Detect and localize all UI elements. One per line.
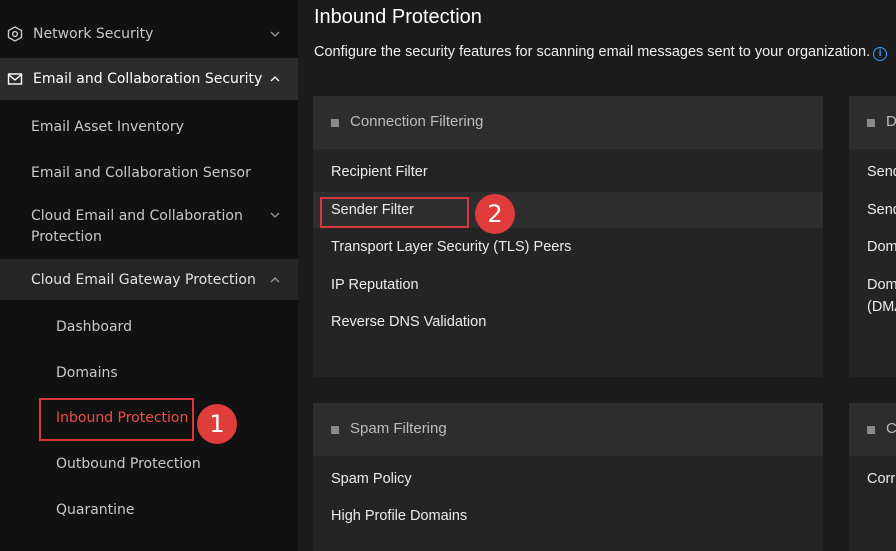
info-icon[interactable]: i bbox=[873, 47, 888, 61]
nav-cloud-email-collab-protection-line2: Protection bbox=[31, 229, 102, 245]
step-badge-1: 1 bbox=[197, 404, 237, 444]
chevron-down-icon bbox=[270, 29, 280, 39]
link-spam-policy[interactable]: Spam Policy bbox=[313, 461, 823, 497]
link-right-top-5[interactable]: (DMA bbox=[849, 289, 896, 325]
nav-network-security-label: Network Security bbox=[33, 26, 154, 42]
link-reverse-dns-validation[interactable]: Reverse DNS Validation bbox=[313, 304, 823, 340]
network-security-icon bbox=[7, 26, 23, 42]
nav-email-collab-sensor[interactable]: Email and Collaboration Sensor bbox=[0, 154, 298, 192]
link-high-profile-domains[interactable]: High Profile Domains bbox=[313, 498, 823, 534]
bullet-icon bbox=[331, 119, 339, 127]
link-recipient-filter[interactable]: Recipient Filter bbox=[313, 154, 823, 190]
nav-email-asset-inventory[interactable]: Email Asset Inventory bbox=[0, 108, 298, 146]
link-right-top-3[interactable]: Dom bbox=[849, 229, 896, 265]
nav-cloud-email-collab-protection-label: Cloud Email and Collaboration Protection bbox=[31, 206, 243, 248]
mail-icon bbox=[7, 71, 23, 87]
nav-quarantine[interactable]: Quarantine bbox=[0, 491, 298, 529]
bullet-icon bbox=[867, 426, 875, 434]
card-title: C bbox=[886, 420, 896, 437]
nav-cloud-email-gateway-protection-label: Cloud Email Gateway Protection bbox=[31, 271, 256, 288]
link-right-top-2[interactable]: Send bbox=[849, 192, 896, 228]
card-spam-filtering: Spam Filtering Spam Policy High Profile … bbox=[313, 403, 823, 551]
nav-email-collab-security[interactable]: Email and Collaboration Security bbox=[0, 58, 298, 100]
link-right-top-1[interactable]: Send bbox=[849, 154, 896, 190]
sidebar: Network Security Email and Collaboration… bbox=[0, 0, 298, 551]
card-header: Connection Filtering bbox=[313, 96, 823, 149]
card-title: Spam Filtering bbox=[350, 420, 447, 437]
nav-more-item[interactable] bbox=[0, 540, 298, 551]
card-connection-filtering: Connection Filtering Recipient Filter Se… bbox=[313, 96, 823, 377]
card-right-bottom: C Corr bbox=[849, 403, 896, 551]
chevron-down-icon bbox=[270, 210, 280, 220]
bullet-icon bbox=[867, 119, 875, 127]
nav-outbound-protection-label: Outbound Protection bbox=[56, 456, 201, 472]
nav-email-collab-sensor-label: Email and Collaboration Sensor bbox=[31, 165, 251, 181]
page-title: Inbound Protection bbox=[314, 6, 482, 28]
card-right-top: D Send Send Dom Dom (DMA bbox=[849, 96, 896, 377]
main-content: Inbound Protection Configure the securit… bbox=[298, 0, 896, 551]
nav-dashboard[interactable]: Dashboard bbox=[0, 308, 298, 346]
bullet-icon bbox=[331, 426, 339, 434]
nav-email-collab-security-label: Email and Collaboration Security bbox=[33, 71, 263, 87]
nav-cloud-email-gateway-protection[interactable]: Cloud Email Gateway Protection bbox=[0, 259, 298, 300]
page-description-text: Configure the security features for scan… bbox=[314, 44, 871, 60]
chevron-up-icon bbox=[270, 74, 280, 84]
nav-quarantine-label: Quarantine bbox=[56, 502, 135, 518]
nav-dashboard-label: Dashboard bbox=[56, 319, 132, 335]
card-title: Connection Filtering bbox=[350, 113, 484, 130]
highlight-box-step2 bbox=[320, 197, 469, 228]
nav-domains-label: Domains bbox=[56, 365, 118, 381]
page-description: Configure the security features for scan… bbox=[314, 44, 888, 61]
link-ip-reputation[interactable]: IP Reputation bbox=[313, 267, 823, 303]
nav-domains[interactable]: Domains bbox=[0, 354, 298, 392]
card-header: D bbox=[849, 96, 896, 149]
highlight-box-step1 bbox=[39, 398, 194, 441]
nav-network-security[interactable]: Network Security bbox=[0, 14, 298, 54]
link-right-bottom-1[interactable]: Corr bbox=[849, 461, 896, 497]
nav-outbound-protection[interactable]: Outbound Protection bbox=[0, 445, 298, 483]
nav-cloud-email-collab-protection[interactable]: Cloud Email and Collaboration Protection bbox=[0, 204, 298, 250]
nav-email-asset-inventory-label: Email Asset Inventory bbox=[31, 119, 184, 135]
card-header: C bbox=[849, 403, 896, 456]
card-title: D bbox=[886, 113, 896, 130]
nav-cloud-email-collab-protection-line1: Cloud Email and Collaboration bbox=[31, 208, 243, 224]
link-tls-peers[interactable]: Transport Layer Security (TLS) Peers bbox=[313, 229, 823, 265]
step-badge-2: 2 bbox=[475, 194, 515, 234]
chevron-up-icon bbox=[270, 275, 280, 285]
link-partial-item[interactable] bbox=[313, 537, 823, 551]
card-header: Spam Filtering bbox=[313, 403, 823, 456]
